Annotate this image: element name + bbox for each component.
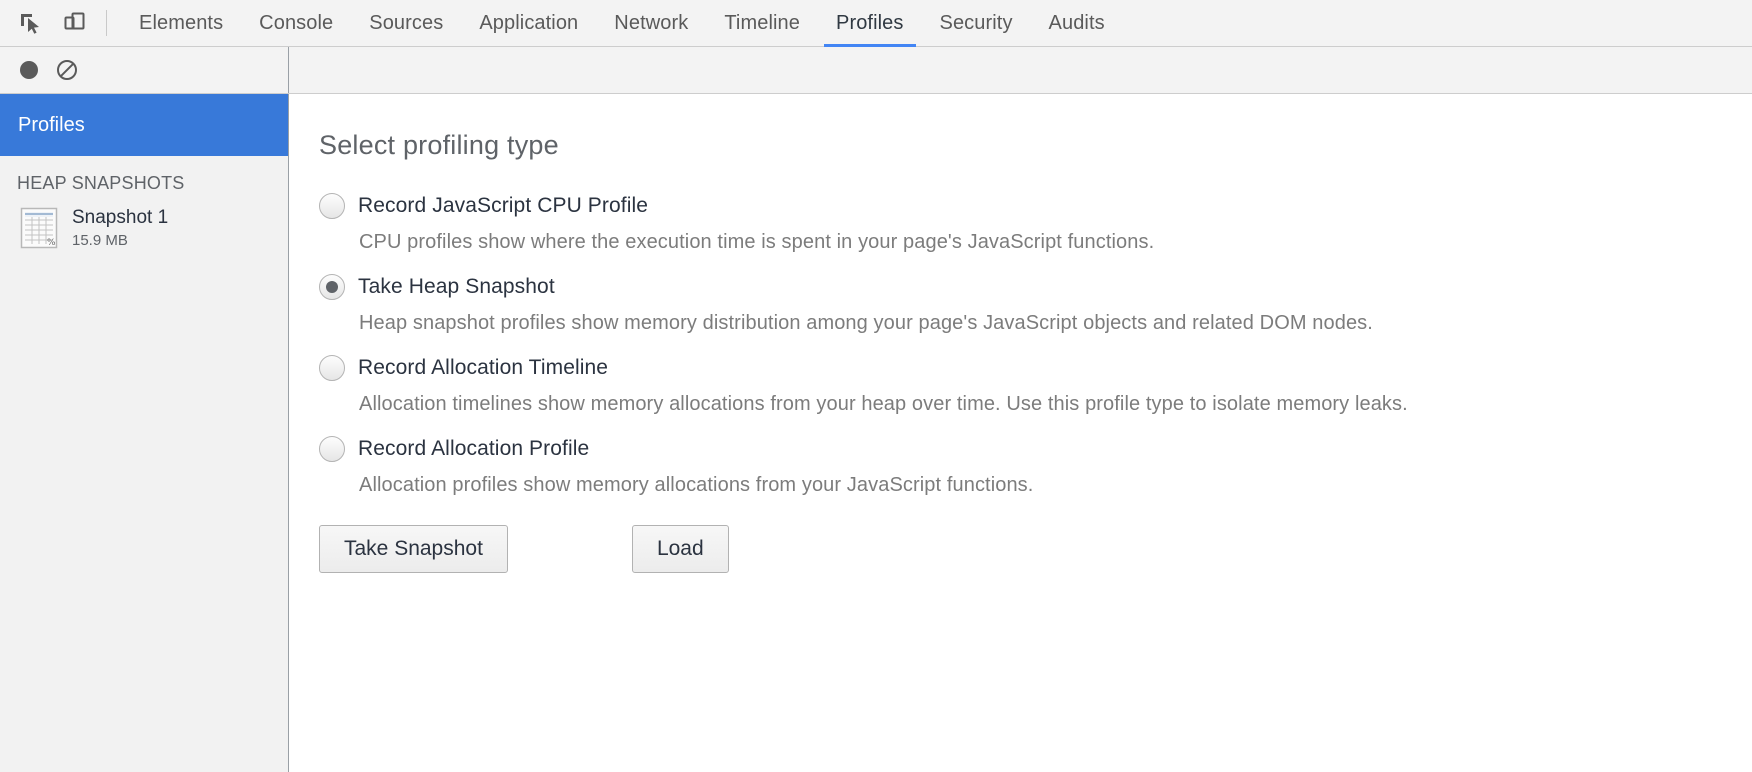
- tab-console[interactable]: Console: [241, 0, 351, 47]
- sidebar-item-label: Profiles: [18, 113, 85, 136]
- toolbar-divider: [106, 10, 107, 36]
- option-description: Allocation profiles show memory allocati…: [359, 474, 1034, 496]
- sidebar-group-label: HEAP SNAPSHOTS: [17, 173, 185, 193]
- list-item[interactable]: % Snapshot 1 15.9 MB: [0, 202, 288, 255]
- sidebar-item-profiles[interactable]: Profiles: [0, 94, 288, 156]
- load-button[interactable]: Load: [631, 525, 729, 573]
- tab-label: Timeline: [724, 11, 800, 34]
- radio-heap-snapshot[interactable]: [319, 274, 345, 300]
- tab-label: Sources: [369, 11, 444, 34]
- option-description: Heap snapshot profiles show memory distr…: [359, 312, 1373, 334]
- tab-label: Network: [614, 11, 689, 34]
- profile-option-allocation-timeline: Record Allocation Timeline Allocation ti…: [319, 355, 1752, 416]
- device-toolbar-icon[interactable]: [52, 1, 96, 45]
- option-description: Allocation timelines show memory allocat…: [359, 393, 1408, 415]
- snapshot-name: Snapshot 1: [72, 207, 169, 228]
- option-label: Record JavaScript CPU Profile: [358, 194, 648, 217]
- tab-profiles[interactable]: Profiles: [818, 0, 922, 47]
- panel-tabs: Elements Console Sources Application Net…: [121, 0, 1123, 47]
- heap-snapshot-icon: %: [20, 207, 58, 249]
- tab-application[interactable]: Application: [461, 0, 596, 47]
- snapshot-text: Snapshot 1 15.9 MB: [72, 206, 168, 251]
- option-label: Take Heap Snapshot: [358, 275, 555, 298]
- tab-label: Audits: [1048, 11, 1105, 34]
- profile-option-allocation-profile: Record Allocation Profile Allocation pro…: [319, 436, 1752, 497]
- option-label: Record Allocation Timeline: [358, 356, 609, 379]
- tab-security[interactable]: Security: [922, 0, 1031, 47]
- tab-sources[interactable]: Sources: [351, 0, 461, 47]
- profile-option-heap-snapshot: Take Heap Snapshot Heap snapshot profile…: [319, 274, 1752, 335]
- tab-label: Elements: [139, 11, 224, 34]
- record-circle-icon[interactable]: [10, 51, 48, 89]
- radio-row-heap-snapshot[interactable]: Take Heap Snapshot: [319, 274, 1752, 300]
- panel-toolbar-empty: [289, 47, 1752, 93]
- tab-label: Application: [479, 11, 579, 34]
- radio-row-allocation-profile[interactable]: Record Allocation Profile: [319, 436, 1752, 462]
- radio-allocation-profile[interactable]: [319, 436, 345, 462]
- devtools-window: Elements Console Sources Application Net…: [0, 0, 1752, 772]
- profiles-sidebar: Profiles HEAP SNAPSHOTS % Snapshot 1 15.…: [0, 94, 289, 772]
- tab-elements[interactable]: Elements: [121, 0, 241, 47]
- inspect-cursor-icon[interactable]: [8, 1, 52, 45]
- option-label: Record Allocation Profile: [358, 437, 590, 460]
- radio-row-allocation-timeline[interactable]: Record Allocation Timeline: [319, 355, 1752, 381]
- clear-no-entry-icon[interactable]: [48, 51, 86, 89]
- panel-toolbar-actions: [0, 47, 289, 93]
- action-buttons: Take Snapshot Load: [319, 525, 1752, 573]
- snapshot-size: 15.9 MB: [72, 231, 128, 249]
- tab-label: Security: [939, 11, 1013, 34]
- tab-timeline[interactable]: Timeline: [706, 0, 818, 47]
- option-description: CPU profiles show where the execution ti…: [359, 231, 1155, 253]
- panel-action-toolbar: [0, 47, 1752, 94]
- radio-allocation-timeline[interactable]: [319, 355, 345, 381]
- radio-cpu-profile[interactable]: [319, 193, 345, 219]
- panel-body: Profiles HEAP SNAPSHOTS % Snapshot 1 15.…: [0, 94, 1752, 772]
- main-toolbar: Elements Console Sources Application Net…: [0, 0, 1752, 47]
- profiling-type-panel: Select profiling type Record JavaScript …: [289, 94, 1752, 772]
- page-title: Select profiling type: [319, 130, 559, 160]
- radio-row-cpu-profile[interactable]: Record JavaScript CPU Profile: [319, 193, 1752, 219]
- svg-text:%: %: [47, 238, 56, 248]
- tab-network[interactable]: Network: [596, 0, 706, 47]
- sidebar-group-heap-snapshots: HEAP SNAPSHOTS: [0, 156, 288, 202]
- tab-label: Profiles: [836, 11, 904, 34]
- tab-label: Console: [259, 11, 334, 34]
- profile-option-cpu: Record JavaScript CPU Profile CPU profil…: [319, 193, 1752, 254]
- tab-audits[interactable]: Audits: [1031, 0, 1123, 47]
- take-snapshot-button[interactable]: Take Snapshot: [319, 525, 508, 573]
